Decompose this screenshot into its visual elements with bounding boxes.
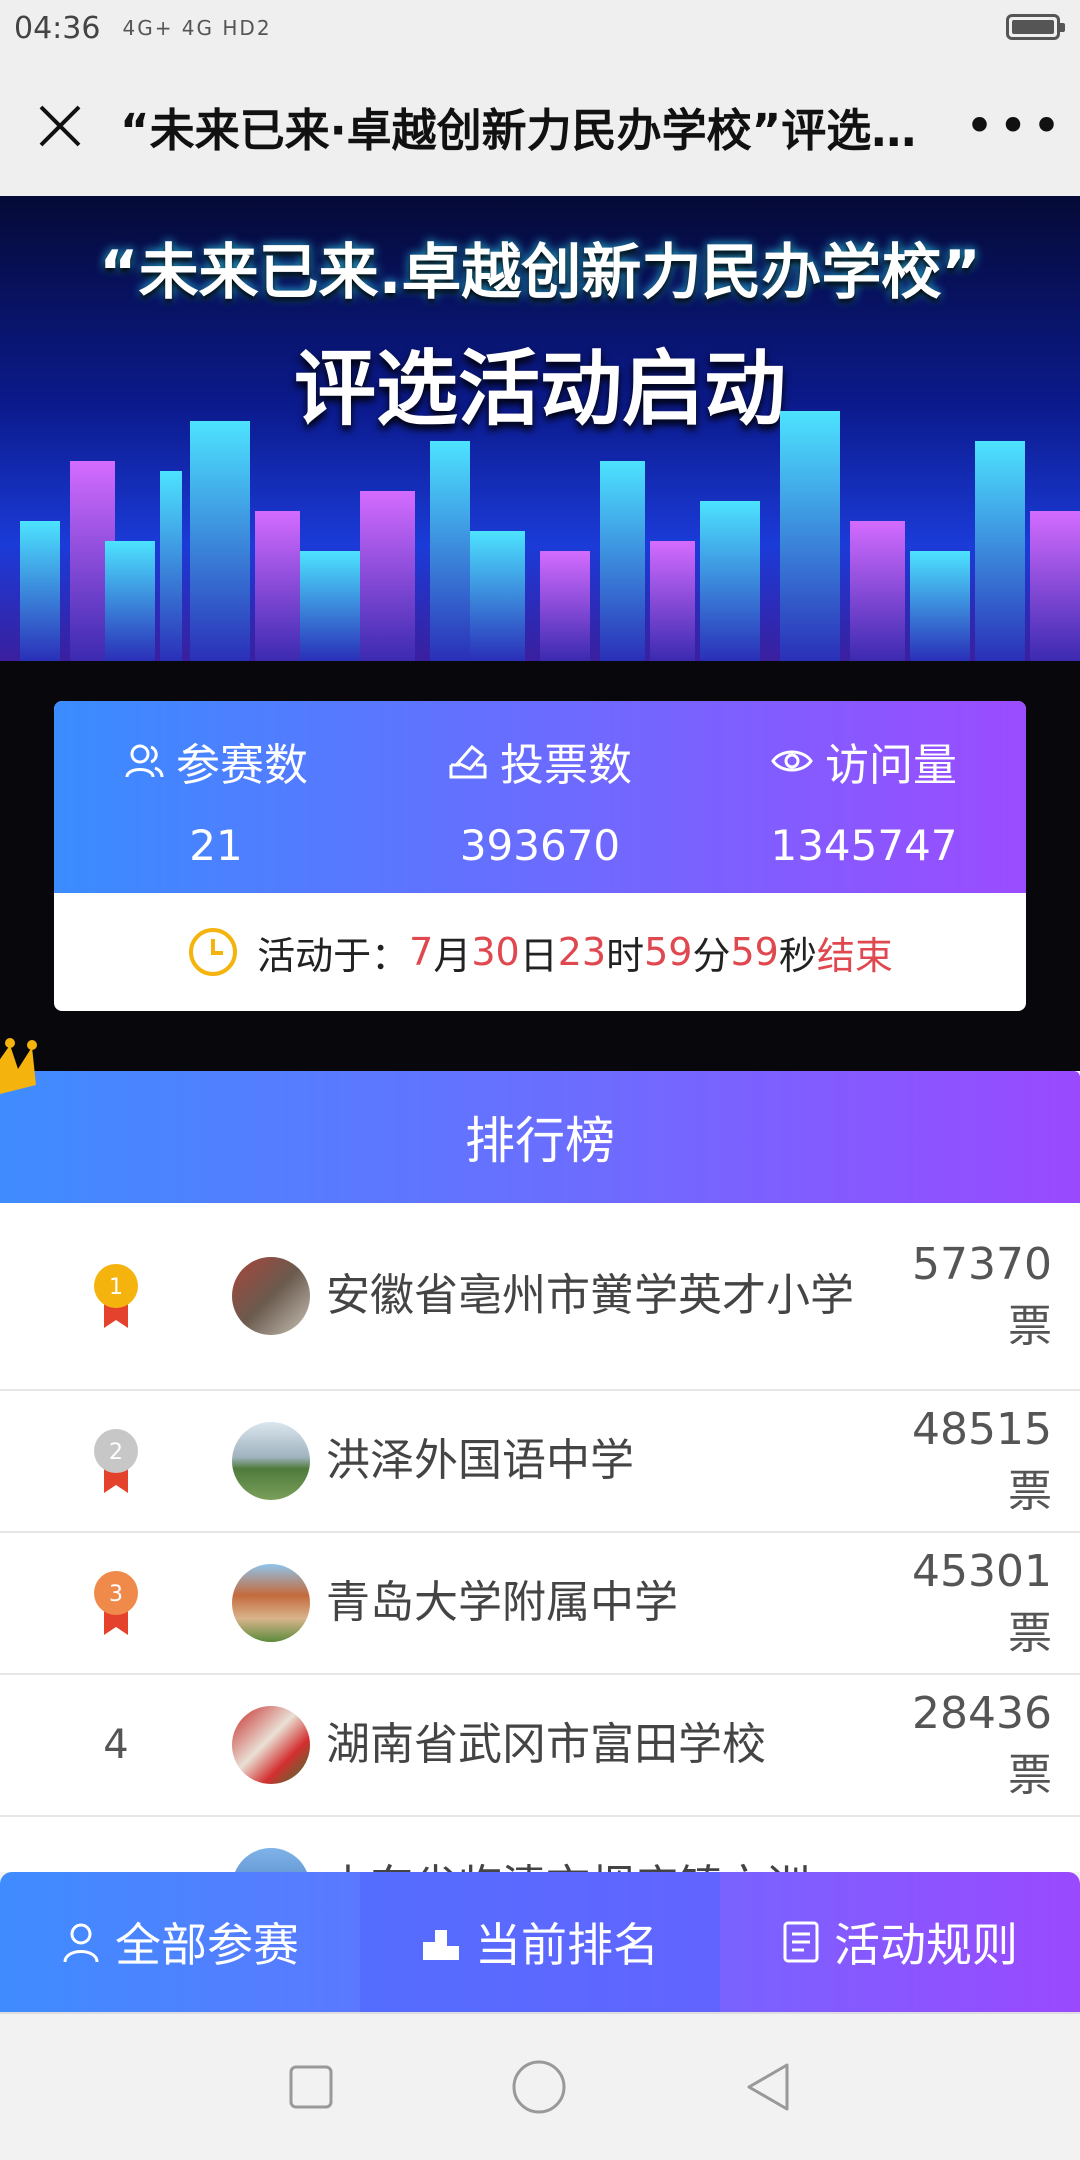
school-votes: 28436票	[912, 1687, 1052, 1801]
countdown-minute: 59	[644, 930, 693, 974]
rank-number: 1	[109, 1275, 123, 1300]
school-avatar	[232, 1564, 310, 1642]
battery-icon	[1006, 14, 1065, 40]
rank-1-medal-icon: 1	[0, 1262, 232, 1330]
back-icon[interactable]	[743, 2061, 793, 2113]
school-name: 湖南省武冈市富田学校	[326, 1719, 766, 1770]
crown-icon	[0, 1038, 37, 1094]
countdown-suffix: 结束	[816, 933, 893, 978]
countdown-day: 30	[471, 930, 520, 974]
rank-number: 3	[109, 1582, 123, 1607]
page-title: “未来已来·卓越创新力民办学校”评选活动启动	[120, 103, 960, 157]
votes-label: 投票数	[500, 740, 632, 791]
system-nav-bar	[0, 2012, 1080, 2160]
countdown: 活动于： 7 月 30 日 23 时 59 分 59 秒 结束	[54, 893, 1026, 1011]
podium-icon	[423, 1930, 459, 1960]
visits-label: 访问量	[825, 740, 957, 791]
school-votes: 57370票	[912, 1238, 1052, 1352]
ranking-row[interactable]: 2 洪泽外国语中学 48515票	[0, 1391, 1080, 1533]
all-participants-label: 全部参赛	[115, 1918, 299, 1972]
visits-value: 1345747	[770, 821, 958, 870]
countdown-hour-unit: 时	[606, 933, 645, 978]
ranking-list: 1 安徽省亳州市黉学英才小学 57370票 2 洪泽外国语中学 48515票 3…	[0, 1203, 1080, 1872]
content-area[interactable]: “未来已来.卓越创新力民办学校” 评选活动启动 参赛数 21 投票数 39367…	[0, 196, 1080, 1872]
school-avatar	[232, 1422, 310, 1500]
countdown-second: 59	[730, 930, 779, 974]
stats-card: 参赛数 21 投票数 393670 访问量 1345747 活动于： 7 月 3…	[54, 701, 1026, 1011]
stat-votes: 投票数 393670	[378, 701, 702, 893]
banner-title: “未来已来.卓越创新力民办学校”	[99, 238, 981, 308]
countdown-second-unit: 秒	[778, 933, 817, 978]
users-icon	[125, 744, 164, 778]
banner: “未来已来.卓越创新力民办学校” 评选活动启动	[0, 196, 1080, 661]
status-bar: 04:36 4G+ 4G HD2	[0, 0, 1080, 56]
title-bar: “未来已来·卓越创新力民办学校”评选活动启动 •••	[0, 56, 1080, 196]
ranking-title: 排行榜	[465, 1112, 615, 1170]
votes-value: 393670	[459, 821, 621, 870]
current-ranking-label: 当前排名	[475, 1918, 659, 1972]
rank-2-medal-icon: 2	[0, 1427, 232, 1495]
participants-value: 21	[189, 821, 243, 870]
activity-rules-button[interactable]: 活动规则	[720, 1872, 1080, 2012]
stats-section: 参赛数 21 投票数 393670 访问量 1345747 活动于： 7 月 3…	[0, 661, 1080, 1071]
clock-icon	[187, 926, 239, 978]
all-participants-button[interactable]: 全部参赛	[0, 1872, 360, 2012]
school-votes: 48515票	[912, 1403, 1052, 1517]
participants-label: 参赛数	[176, 740, 308, 791]
countdown-month: 7	[409, 930, 434, 974]
rank-number: 2	[109, 1440, 123, 1465]
school-name: 洪泽外国语中学	[326, 1435, 634, 1486]
countdown-minute-unit: 分	[692, 933, 731, 978]
network-indicator: 4G+ 4G HD2	[122, 16, 272, 40]
school-avatar	[232, 1257, 310, 1335]
stat-participants: 参赛数 21	[54, 701, 378, 893]
city-skyline-image	[20, 411, 1080, 661]
status-time: 04:36	[14, 10, 101, 46]
document-icon	[783, 1921, 819, 1963]
home-icon[interactable]	[510, 2058, 568, 2116]
recent-apps-icon[interactable]	[287, 2063, 335, 2111]
ranking-row[interactable]: 3 青岛大学附属中学 45301票	[0, 1533, 1080, 1675]
school-name: 安徽省亳州市黉学英才小学	[326, 1270, 854, 1321]
more-icon[interactable]: •••	[960, 56, 1070, 196]
bottom-nav: 全部参赛 当前排名 活动规则	[0, 1872, 1080, 2012]
school-name: 青岛大学附属中学	[326, 1577, 678, 1628]
countdown-day-unit: 日	[519, 933, 558, 978]
activity-rules-label: 活动规则	[834, 1918, 1018, 1972]
countdown-month-unit: 月	[433, 933, 472, 978]
eye-icon	[771, 750, 813, 772]
rank-number: 4	[103, 1722, 129, 1768]
ranking-row[interactable]: 1 安徽省亳州市黉学英才小学 57370票	[0, 1203, 1080, 1391]
school-name: 山东省临清市烟店镇文训	[326, 1856, 880, 1872]
stat-visits: 访问量 1345747	[702, 701, 1026, 893]
countdown-hour: 23	[557, 930, 607, 974]
ballot-icon	[449, 744, 487, 779]
school-avatar	[232, 1848, 310, 1872]
close-icon[interactable]	[0, 56, 120, 196]
countdown-prefix: 活动于：	[257, 933, 410, 978]
current-ranking-button[interactable]: 当前排名	[360, 1872, 720, 2012]
rank-3-medal-icon: 3	[0, 1569, 232, 1637]
ranking-header: 排行榜	[0, 1038, 1080, 1203]
school-votes: 45301票	[912, 1545, 1052, 1659]
user-icon	[63, 1923, 99, 1963]
ranking-row[interactable]: 山东省临清市烟店镇文训	[0, 1817, 1080, 1872]
school-avatar	[232, 1706, 310, 1784]
ranking-row[interactable]: 4 湖南省武冈市富田学校 28436票	[0, 1675, 1080, 1817]
